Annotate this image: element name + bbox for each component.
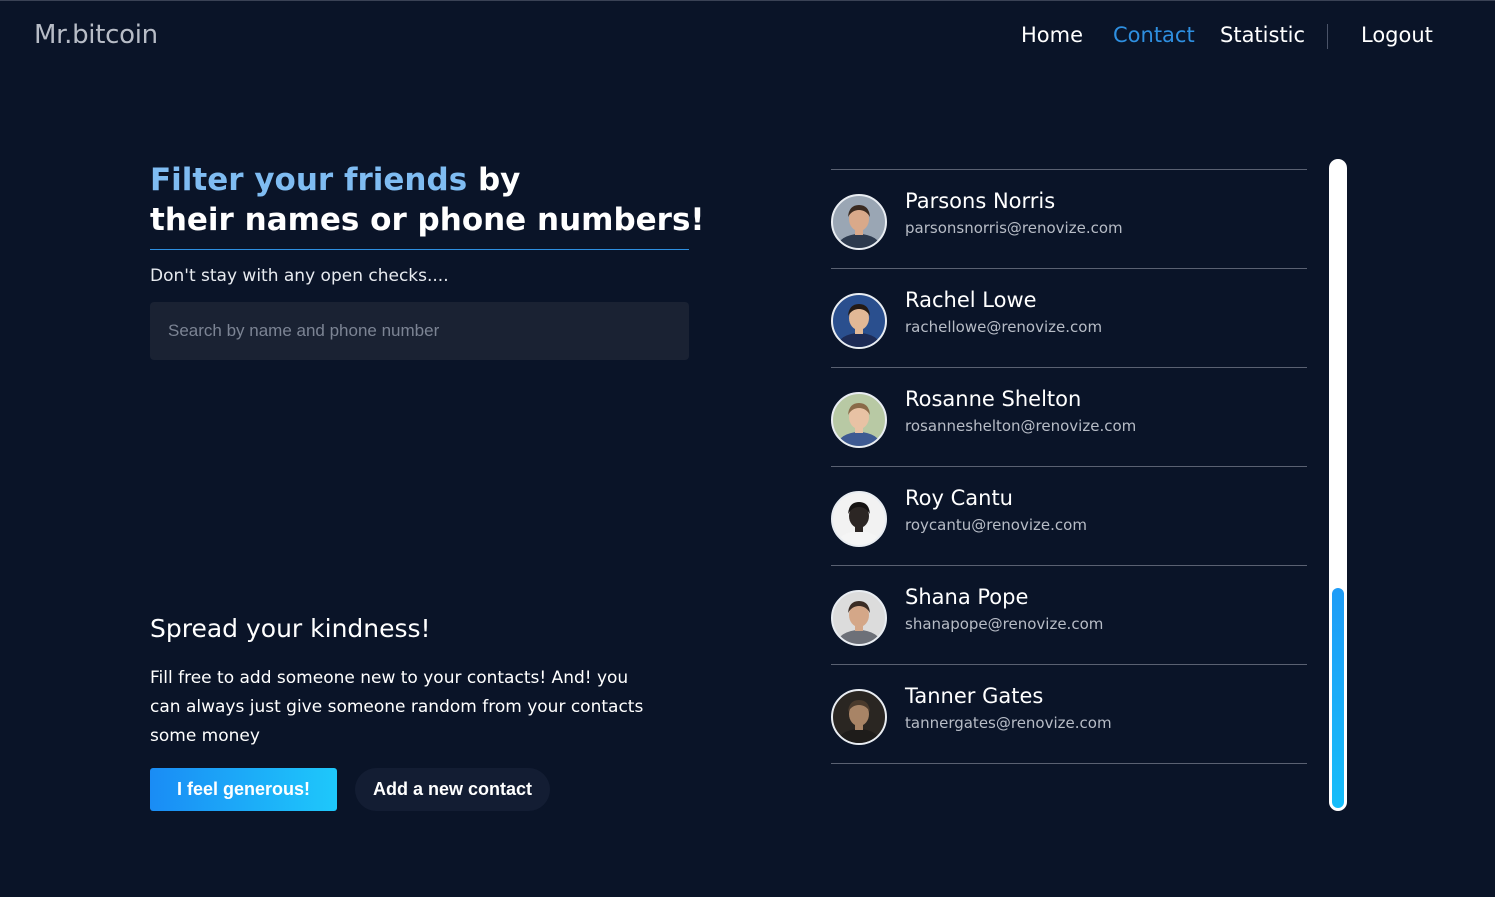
contact-name: Rachel Lowe (905, 288, 1037, 312)
top-navbar: Mr.bitcoin Home Contact Statistic Logout (0, 0, 1495, 70)
add-contact-button[interactable]: Add a new contact (355, 768, 550, 811)
scrollbar-track[interactable] (1329, 159, 1347, 811)
contact-name: Roy Cantu (905, 486, 1013, 510)
contact-row[interactable]: Roy Cantu roycantu@renovize.com (831, 467, 1307, 566)
nav-contact[interactable]: Contact (1113, 23, 1195, 47)
contact-avatar (831, 491, 887, 547)
avatar-portrait-icon (837, 403, 881, 446)
contact-name: Parsons Norris (905, 189, 1056, 213)
contact-avatar (831, 392, 887, 448)
contact-email: tannergates@renovize.com (905, 714, 1112, 732)
scrollbar-thumb[interactable] (1332, 588, 1344, 808)
filter-heading: Filter your friends by their names or ph… (150, 160, 710, 240)
contact-row[interactable]: Shana Pope shanapope@renovize.com (831, 566, 1307, 665)
contact-list: Parsons Norris parsonsnorris@renovize.com… (831, 169, 1307, 764)
contact-name: Rosanne Shelton (905, 387, 1082, 411)
contact-name: Tanner Gates (905, 684, 1044, 708)
contact-avatar (831, 194, 887, 250)
heading-underline (150, 249, 689, 250)
contact-name: Shana Pope (905, 585, 1029, 609)
contact-avatar (831, 689, 887, 745)
nav-logout[interactable]: Logout (1361, 23, 1433, 47)
spread-description: Fill free to add someone new to your con… (150, 668, 644, 746)
contact-email: parsonsnorris@renovize.com (905, 219, 1123, 237)
contact-avatar (831, 590, 887, 646)
filter-heading-line2: their names or phone numbers! (150, 202, 705, 238)
avatar-portrait-icon (837, 502, 881, 545)
contact-row[interactable]: Parsons Norris parsonsnorris@renovize.com (831, 170, 1307, 269)
nav-statistic[interactable]: Statistic (1220, 23, 1305, 47)
brand-logo[interactable]: Mr.bitcoin (34, 20, 158, 50)
nav-home[interactable]: Home (1021, 23, 1083, 47)
spread-heading: Spread your kindness! (150, 614, 431, 643)
contact-email: rachellowe@renovize.com (905, 318, 1103, 336)
filter-heading-rest: by (467, 162, 521, 198)
feel-generous-button[interactable]: I feel generous! (150, 768, 337, 811)
contact-row[interactable]: Tanner Gates tannergates@renovize.com (831, 665, 1307, 764)
contact-row[interactable]: Rachel Lowe rachellowe@renovize.com (831, 269, 1307, 368)
avatar-portrait-icon (837, 205, 881, 248)
contact-email: rosanneshelton@renovize.com (905, 417, 1137, 435)
filter-heading-accent: Filter your friends (150, 162, 468, 198)
contact-avatar (831, 293, 887, 349)
search-input[interactable] (150, 302, 689, 360)
nav-divider (1327, 24, 1328, 49)
avatar-portrait-icon (837, 304, 881, 347)
contact-email: roycantu@renovize.com (905, 516, 1087, 534)
avatar-portrait-icon (837, 700, 881, 743)
contact-email: shanapope@renovize.com (905, 615, 1104, 633)
filter-subtitle: Don't stay with any open checks.... (150, 266, 449, 286)
contact-row[interactable]: Rosanne Shelton rosanneshelton@renovize.c… (831, 368, 1307, 467)
avatar-portrait-icon (837, 601, 881, 644)
